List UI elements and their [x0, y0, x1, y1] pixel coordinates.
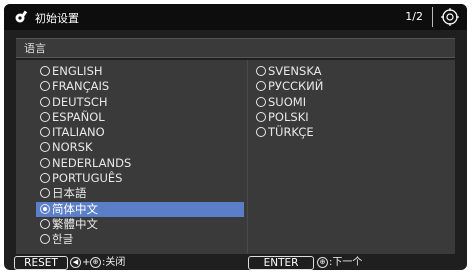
language-option[interactable]: РУССКИЙ [256, 79, 323, 94]
radio-icon [256, 96, 266, 107]
radio-icon [40, 203, 50, 214]
enter-button[interactable]: ENTER [248, 256, 314, 270]
language-option[interactable]: DEUTSCH [40, 95, 131, 110]
title-divider [432, 7, 433, 27]
radio-icon [40, 157, 50, 168]
radio-icon [40, 173, 50, 184]
left-arrow-icon: ◀ [70, 257, 81, 268]
section-header: 语言 [16, 38, 455, 58]
language-option[interactable]: POLSKI [256, 110, 323, 125]
language-label: DEUTSCH [52, 94, 108, 109]
language-column-left: ENGLISH FRANÇAIS DEUTSCH ESPAÑOL ITALIAN… [35, 64, 245, 248]
next-hint: :下一个 [329, 257, 363, 268]
language-label: 한글 [52, 232, 74, 247]
language-label: 日本語 [52, 186, 87, 201]
title-bar: 初始设置 1/2 [4, 4, 467, 30]
language-label: ENGLISH [52, 64, 103, 78]
language-option[interactable]: FRANÇAIS [40, 79, 131, 94]
radio-icon [40, 66, 50, 76]
language-label: ITALIANO [52, 125, 105, 140]
radio-icon [40, 127, 50, 138]
language-label: FRANÇAIS [52, 79, 110, 94]
language-label: РУССКИЙ [268, 79, 324, 94]
language-option[interactable]: 한글 [40, 232, 131, 247]
dialog-title: 初始设置 [35, 12, 79, 25]
language-option[interactable]: ESPAÑOL [40, 110, 131, 125]
radio-icon [40, 218, 50, 229]
radio-icon [40, 234, 50, 245]
language-option[interactable]: PORTUGUÊS [40, 171, 131, 186]
reset-button[interactable]: RESET [14, 256, 68, 270]
radio-icon [40, 142, 50, 153]
radio-icon [40, 188, 50, 199]
language-label: TÜRKÇE [268, 125, 314, 140]
language-option[interactable]: 日本語 [40, 186, 131, 201]
section-label: 语言 [24, 42, 46, 55]
language-label: 繁體中文 [52, 216, 98, 231]
radio-icon [256, 111, 266, 122]
language-option[interactable]: SVENSKA [256, 64, 323, 79]
initial-setup-dialog: 初始设置 1/2 语言 ENGLISH FRANÇAIS DEUTSCH ESP… [4, 4, 467, 270]
language-option[interactable]: TÜRKÇE [256, 125, 323, 140]
radio-icon [40, 81, 50, 92]
radio-icon [40, 111, 50, 122]
language-option[interactable]: SUOMI [256, 95, 323, 110]
radio-icon [40, 96, 50, 107]
language-option[interactable]: 简体中文 [35, 201, 245, 217]
language-option[interactable]: ENGLISH [40, 64, 131, 79]
close-hint: :关闭 [102, 257, 126, 268]
settings-icon [15, 10, 28, 23]
radio-icon [256, 81, 266, 92]
column-divider [247, 60, 248, 254]
enter-key-icon: ⊕ [90, 257, 101, 268]
language-label: POLSKI [268, 109, 309, 124]
language-label: NORSK [52, 140, 93, 155]
language-panel: ENGLISH FRANÇAIS DEUTSCH ESPAÑOL ITALIAN… [16, 60, 455, 254]
language-option[interactable]: 繁體中文 [40, 217, 131, 232]
page-indicator: 1/2 [405, 10, 423, 23]
footer-bar: RESET ◀ + ⊕ :关闭 ENTER ⊕ :下一个 [4, 256, 467, 270]
menu-toggle-icon[interactable] [439, 7, 461, 27]
language-option[interactable]: ITALIANO [40, 125, 131, 140]
language-label: 简体中文 [52, 201, 98, 216]
enter-key-icon: ⊕ [317, 257, 328, 268]
radio-icon [256, 66, 266, 76]
language-option[interactable]: NEDERLANDS [40, 156, 131, 171]
radio-icon [256, 127, 266, 138]
language-label: SVENSKA [268, 64, 322, 78]
language-label: NEDERLANDS [52, 155, 132, 170]
language-label: PORTUGUÊS [52, 171, 123, 186]
language-label: ESPAÑOL [52, 109, 105, 124]
language-option[interactable]: NORSK [40, 140, 131, 155]
language-label: SUOMI [268, 94, 307, 109]
language-column-right: SVENSKA РУССКИЙ SUOMI POLSKI TÜRKÇE [256, 64, 323, 140]
